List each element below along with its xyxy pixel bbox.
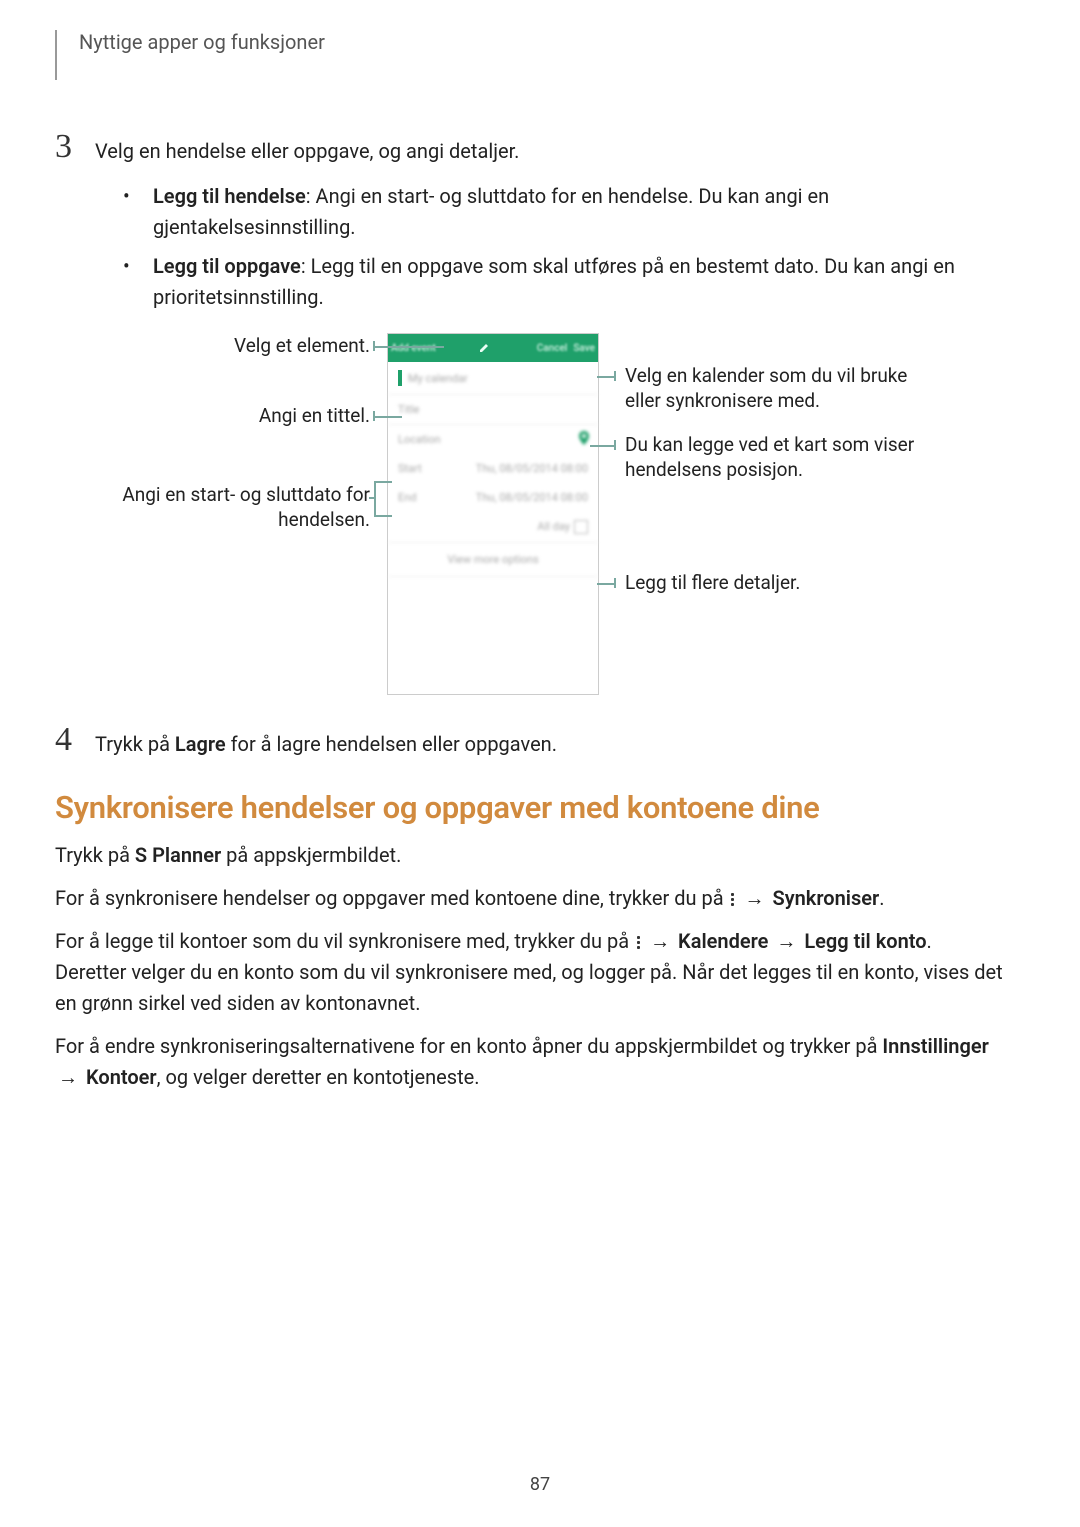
step-number-3: 3 bbox=[55, 130, 95, 166]
start-row: StartThu, 08/05/2014 08:00 bbox=[388, 454, 598, 483]
phone-mockup: Add event Cancel Save My calendar Title … bbox=[387, 333, 599, 695]
callout-enter-title: Angi en tittel. bbox=[259, 404, 370, 429]
callout-add-more: Legg til flere detaljer. bbox=[625, 571, 800, 596]
end-row: EndThu, 08/05/2014 08:00 bbox=[388, 483, 598, 512]
location-field: Location bbox=[388, 424, 598, 454]
more-options-row: View more options bbox=[388, 542, 598, 577]
calendar-row: My calendar bbox=[408, 372, 468, 385]
callout-select-calendar: Velg en kalender som du vil brukeeller s… bbox=[625, 364, 907, 413]
step-3-intro: Velg en hendelse eller oppgave, og angi … bbox=[95, 130, 1005, 166]
allday-row: All day bbox=[388, 512, 598, 542]
title-field: Title bbox=[388, 394, 598, 424]
bullet-add-event: • Legg til hendelse: Angi en start- og s… bbox=[115, 181, 1005, 243]
callout-select-item: Velg et element. bbox=[234, 334, 370, 359]
more-icon bbox=[635, 935, 641, 951]
callout-startend: Angi en start- og sluttdato forhendelsen… bbox=[122, 483, 370, 532]
page-header: Nyttige apper og funksjoner bbox=[55, 30, 1005, 80]
diagram: Add event Cancel Save My calendar Title … bbox=[80, 333, 980, 693]
section-heading-sync: Synkronisere hendelser og oppgaver med k… bbox=[55, 789, 1005, 826]
bullet-add-task: • Legg til oppgave: Legg til en oppgave … bbox=[115, 251, 1005, 313]
app-bar: Add event Cancel Save bbox=[388, 334, 598, 362]
para-1: Trykk på S Planner på appskjermbildet. bbox=[55, 840, 1005, 871]
callout-attach-map: Du kan legge ved et kart som viserhendel… bbox=[625, 433, 914, 482]
para-4: For å endre synkroniseringsalternativene… bbox=[55, 1031, 1005, 1093]
step-number-4: 4 bbox=[55, 723, 95, 759]
para-3: For å legge til kontoer som du vil synkr… bbox=[55, 926, 1005, 1019]
location-pin-icon bbox=[578, 431, 590, 445]
edit-icon bbox=[479, 343, 489, 353]
step-4-text: Trykk på Lagre for å lagre hendelsen ell… bbox=[95, 723, 1005, 759]
para-2: For å synkronisere hendelser og oppgaver… bbox=[55, 883, 1005, 914]
more-icon bbox=[730, 892, 736, 908]
page-number: 87 bbox=[0, 1474, 1080, 1495]
